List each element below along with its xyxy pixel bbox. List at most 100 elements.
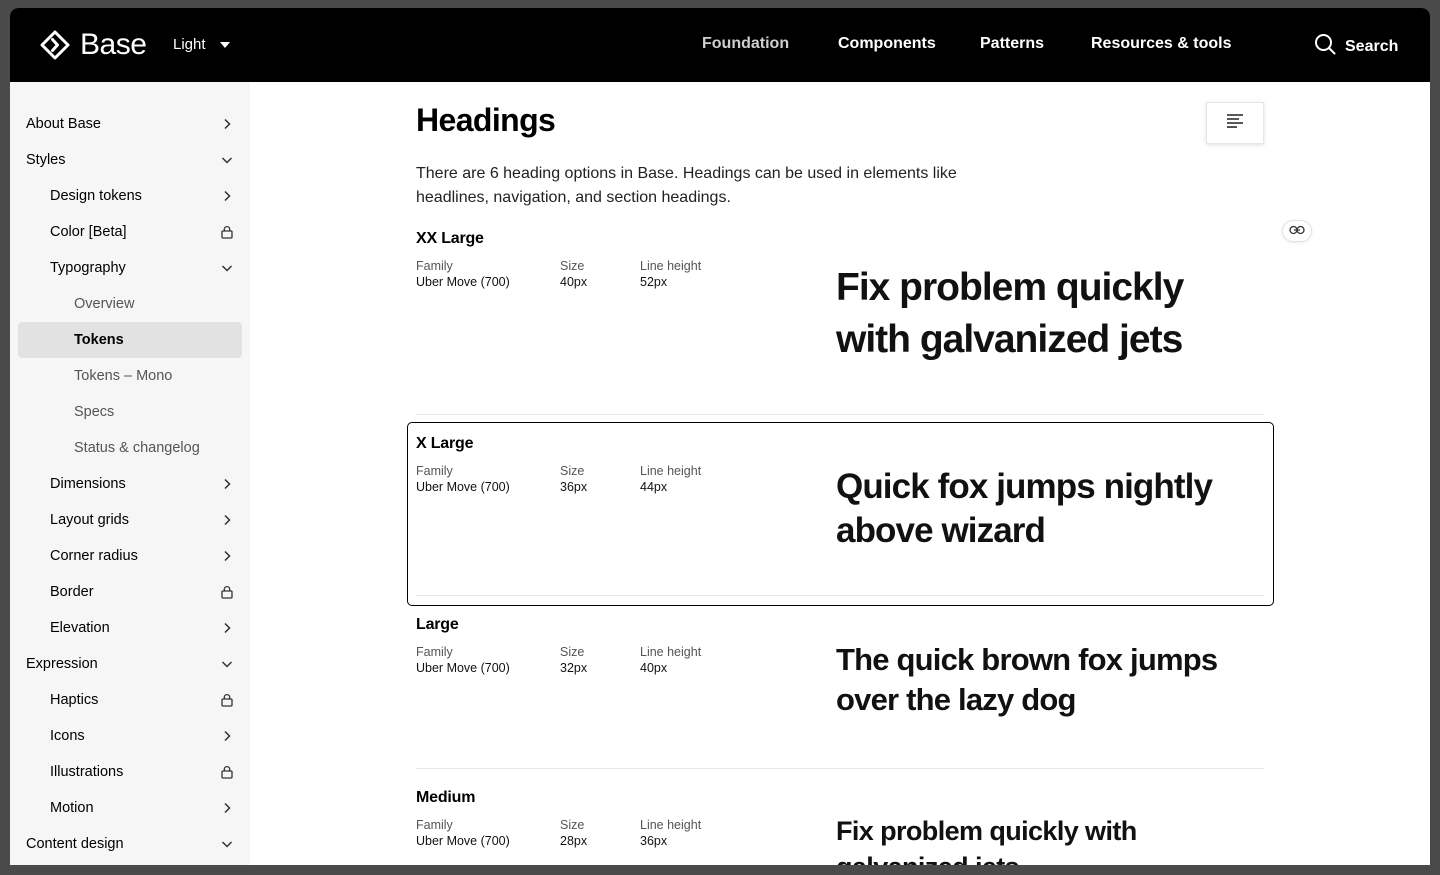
- sidebar-item-specs[interactable]: Specs: [74, 394, 234, 430]
- type-sample: Fix problem quickly with galvanized jets: [836, 816, 1137, 865]
- sidebar-item-corner-radius[interactable]: Corner radius: [50, 538, 234, 574]
- sidebar-item-elevation[interactable]: Elevation: [50, 610, 234, 646]
- caret-down-icon: [219, 41, 230, 48]
- sidebar-item-motion[interactable]: Motion: [50, 790, 234, 826]
- token-row-large: Large Family Uber Move (700) Size 32px L…: [416, 616, 1264, 766]
- meta-family-value: Uber Move (700): [416, 480, 510, 494]
- meta-family-label: Family: [416, 818, 453, 832]
- meta-size-value: 28px: [560, 834, 588, 848]
- lock-icon: [220, 693, 234, 707]
- meta-size-label: Size: [560, 645, 585, 659]
- sidebar-item-haptics[interactable]: Haptics: [50, 682, 234, 718]
- sidebar-item-label: Specs: [74, 404, 115, 420]
- sidebar-item-tokens[interactable]: Tokens: [18, 322, 242, 358]
- meta-line-height-value: 52px: [640, 275, 668, 289]
- sidebar-item-about-base[interactable]: About Base: [26, 106, 234, 142]
- meta-line-height-label: Line height: [640, 464, 702, 478]
- chevron-down-icon: [220, 657, 234, 671]
- meta-family: Family Uber Move (700): [416, 258, 510, 290]
- sidebar-item-label: Tokens – Mono: [74, 368, 173, 384]
- sidebar-item-label: Color [Beta]: [50, 224, 127, 240]
- sidebar-item-illustrations[interactable]: Illustrations: [50, 754, 234, 790]
- meta-size-label: Size: [560, 259, 585, 273]
- chevron-right-icon: [220, 513, 234, 527]
- lock-icon: [220, 225, 234, 239]
- meta-family: Family Uber Move (700): [416, 644, 510, 676]
- meta-family-label: Family: [416, 645, 453, 659]
- token-name: Medium: [416, 789, 476, 806]
- meta-family-label: Family: [416, 259, 453, 273]
- sidebar-item-label: Styles: [26, 152, 66, 168]
- search-label: Search: [1345, 37, 1399, 55]
- sidebar-item-label: Icons: [50, 728, 85, 744]
- meta-line-height-value: 36px: [640, 834, 668, 848]
- row-divider: [416, 768, 1264, 769]
- sidebar-item-label: Motion: [50, 800, 94, 816]
- meta-size-value: 36px: [560, 480, 588, 494]
- meta-line-height: Line height 52px: [640, 258, 701, 290]
- meta-size-value: 40px: [560, 275, 588, 289]
- sidebar-item-label: Content design: [26, 836, 124, 852]
- row-divider: [416, 414, 1264, 415]
- theme-value: Light: [173, 36, 206, 53]
- sidebar-item-tokens-mono[interactable]: Tokens – Mono: [74, 358, 234, 394]
- type-sample: Quick fox jumps nightly above wizard: [836, 467, 1213, 550]
- table-of-contents-button[interactable]: [1206, 102, 1264, 144]
- token-row-x-large[interactable]: X Large Family Uber Move (700) Size 36px…: [407, 422, 1274, 606]
- meta-line-height-label: Line height: [640, 818, 702, 832]
- meta-line-height-label: Line height: [640, 259, 702, 273]
- sidebar-item-label: Border: [50, 584, 94, 600]
- token-row-medium: Medium Family Uber Move (700) Size 28px …: [416, 789, 1264, 865]
- nav-resources-tools[interactable]: Resources & tools: [1091, 35, 1231, 53]
- sidebar-item-icons[interactable]: Icons: [50, 718, 234, 754]
- meta-size: Size 40px: [560, 258, 587, 290]
- search-button[interactable]: Search: [1314, 33, 1398, 60]
- sidebar-item-label: Typography: [50, 260, 126, 276]
- sidebar-item-label: Tokens: [74, 332, 124, 348]
- app-window: Base Light Foundation Components Pattern…: [10, 8, 1430, 865]
- sidebar-item-label: Illustrations: [50, 764, 124, 780]
- sidebar-item-label: About Base: [26, 116, 101, 132]
- link-icon: [1289, 222, 1305, 240]
- meta-size-label: Size: [560, 464, 585, 478]
- meta-family-value: Uber Move (700): [416, 275, 510, 289]
- sidebar-item-label: Status & changelog: [74, 440, 200, 456]
- sidebar-item-content-design[interactable]: Content design: [26, 826, 234, 862]
- meta-family: Family Uber Move (700): [416, 463, 510, 495]
- base-logo-icon: [40, 30, 70, 60]
- sidebar-item-design-tokens[interactable]: Design tokens: [50, 178, 234, 214]
- meta-family-value: Uber Move (700): [416, 834, 510, 848]
- nav-foundation[interactable]: Foundation: [702, 35, 789, 53]
- sidebar-item-border[interactable]: Border: [50, 574, 234, 610]
- lock-icon: [220, 585, 234, 599]
- copy-link-button[interactable]: [1282, 220, 1312, 242]
- sidebar-item-label: Haptics: [50, 692, 99, 708]
- sidebar-item-dimensions[interactable]: Dimensions: [50, 466, 234, 502]
- meta-size: Size 28px: [560, 817, 587, 849]
- brand-name: Base: [80, 28, 147, 61]
- sidebar-item-styles[interactable]: Styles: [26, 142, 234, 178]
- meta-line-height-value: 44px: [640, 480, 668, 494]
- list-lines-icon: [1225, 113, 1245, 134]
- sidebar-item-expression[interactable]: Expression: [26, 646, 234, 682]
- brand-logo[interactable]: Base: [40, 28, 147, 62]
- meta-line-height: Line height 44px: [640, 463, 701, 495]
- meta-size-value: 32px: [560, 661, 588, 675]
- page-title: Headings: [416, 102, 556, 138]
- sidebar-item-label: Corner radius: [50, 548, 138, 564]
- sidebar-item-color-beta[interactable]: Color [Beta]: [50, 214, 234, 250]
- sidebar-item-label: Expression: [26, 656, 98, 672]
- sidebar-item-status-changelog[interactable]: Status & changelog: [74, 430, 234, 466]
- sidebar-item-typography[interactable]: Typography: [50, 250, 234, 286]
- chevron-down-icon: [220, 261, 234, 275]
- nav-components[interactable]: Components: [838, 35, 936, 53]
- sidebar-item-label: Overview: [74, 296, 135, 312]
- sidebar: About Base Styles Design tokens Color [B…: [10, 82, 250, 865]
- main-content: Headings There are 6 heading options in …: [250, 82, 1430, 865]
- chevron-down-icon: [220, 153, 234, 167]
- theme-dropdown[interactable]: Light: [173, 36, 230, 53]
- sidebar-item-layout-grids[interactable]: Layout grids: [50, 502, 234, 538]
- sidebar-item-overview[interactable]: Overview: [74, 286, 234, 322]
- nav-patterns[interactable]: Patterns: [980, 35, 1044, 53]
- token-name: X Large: [416, 435, 474, 452]
